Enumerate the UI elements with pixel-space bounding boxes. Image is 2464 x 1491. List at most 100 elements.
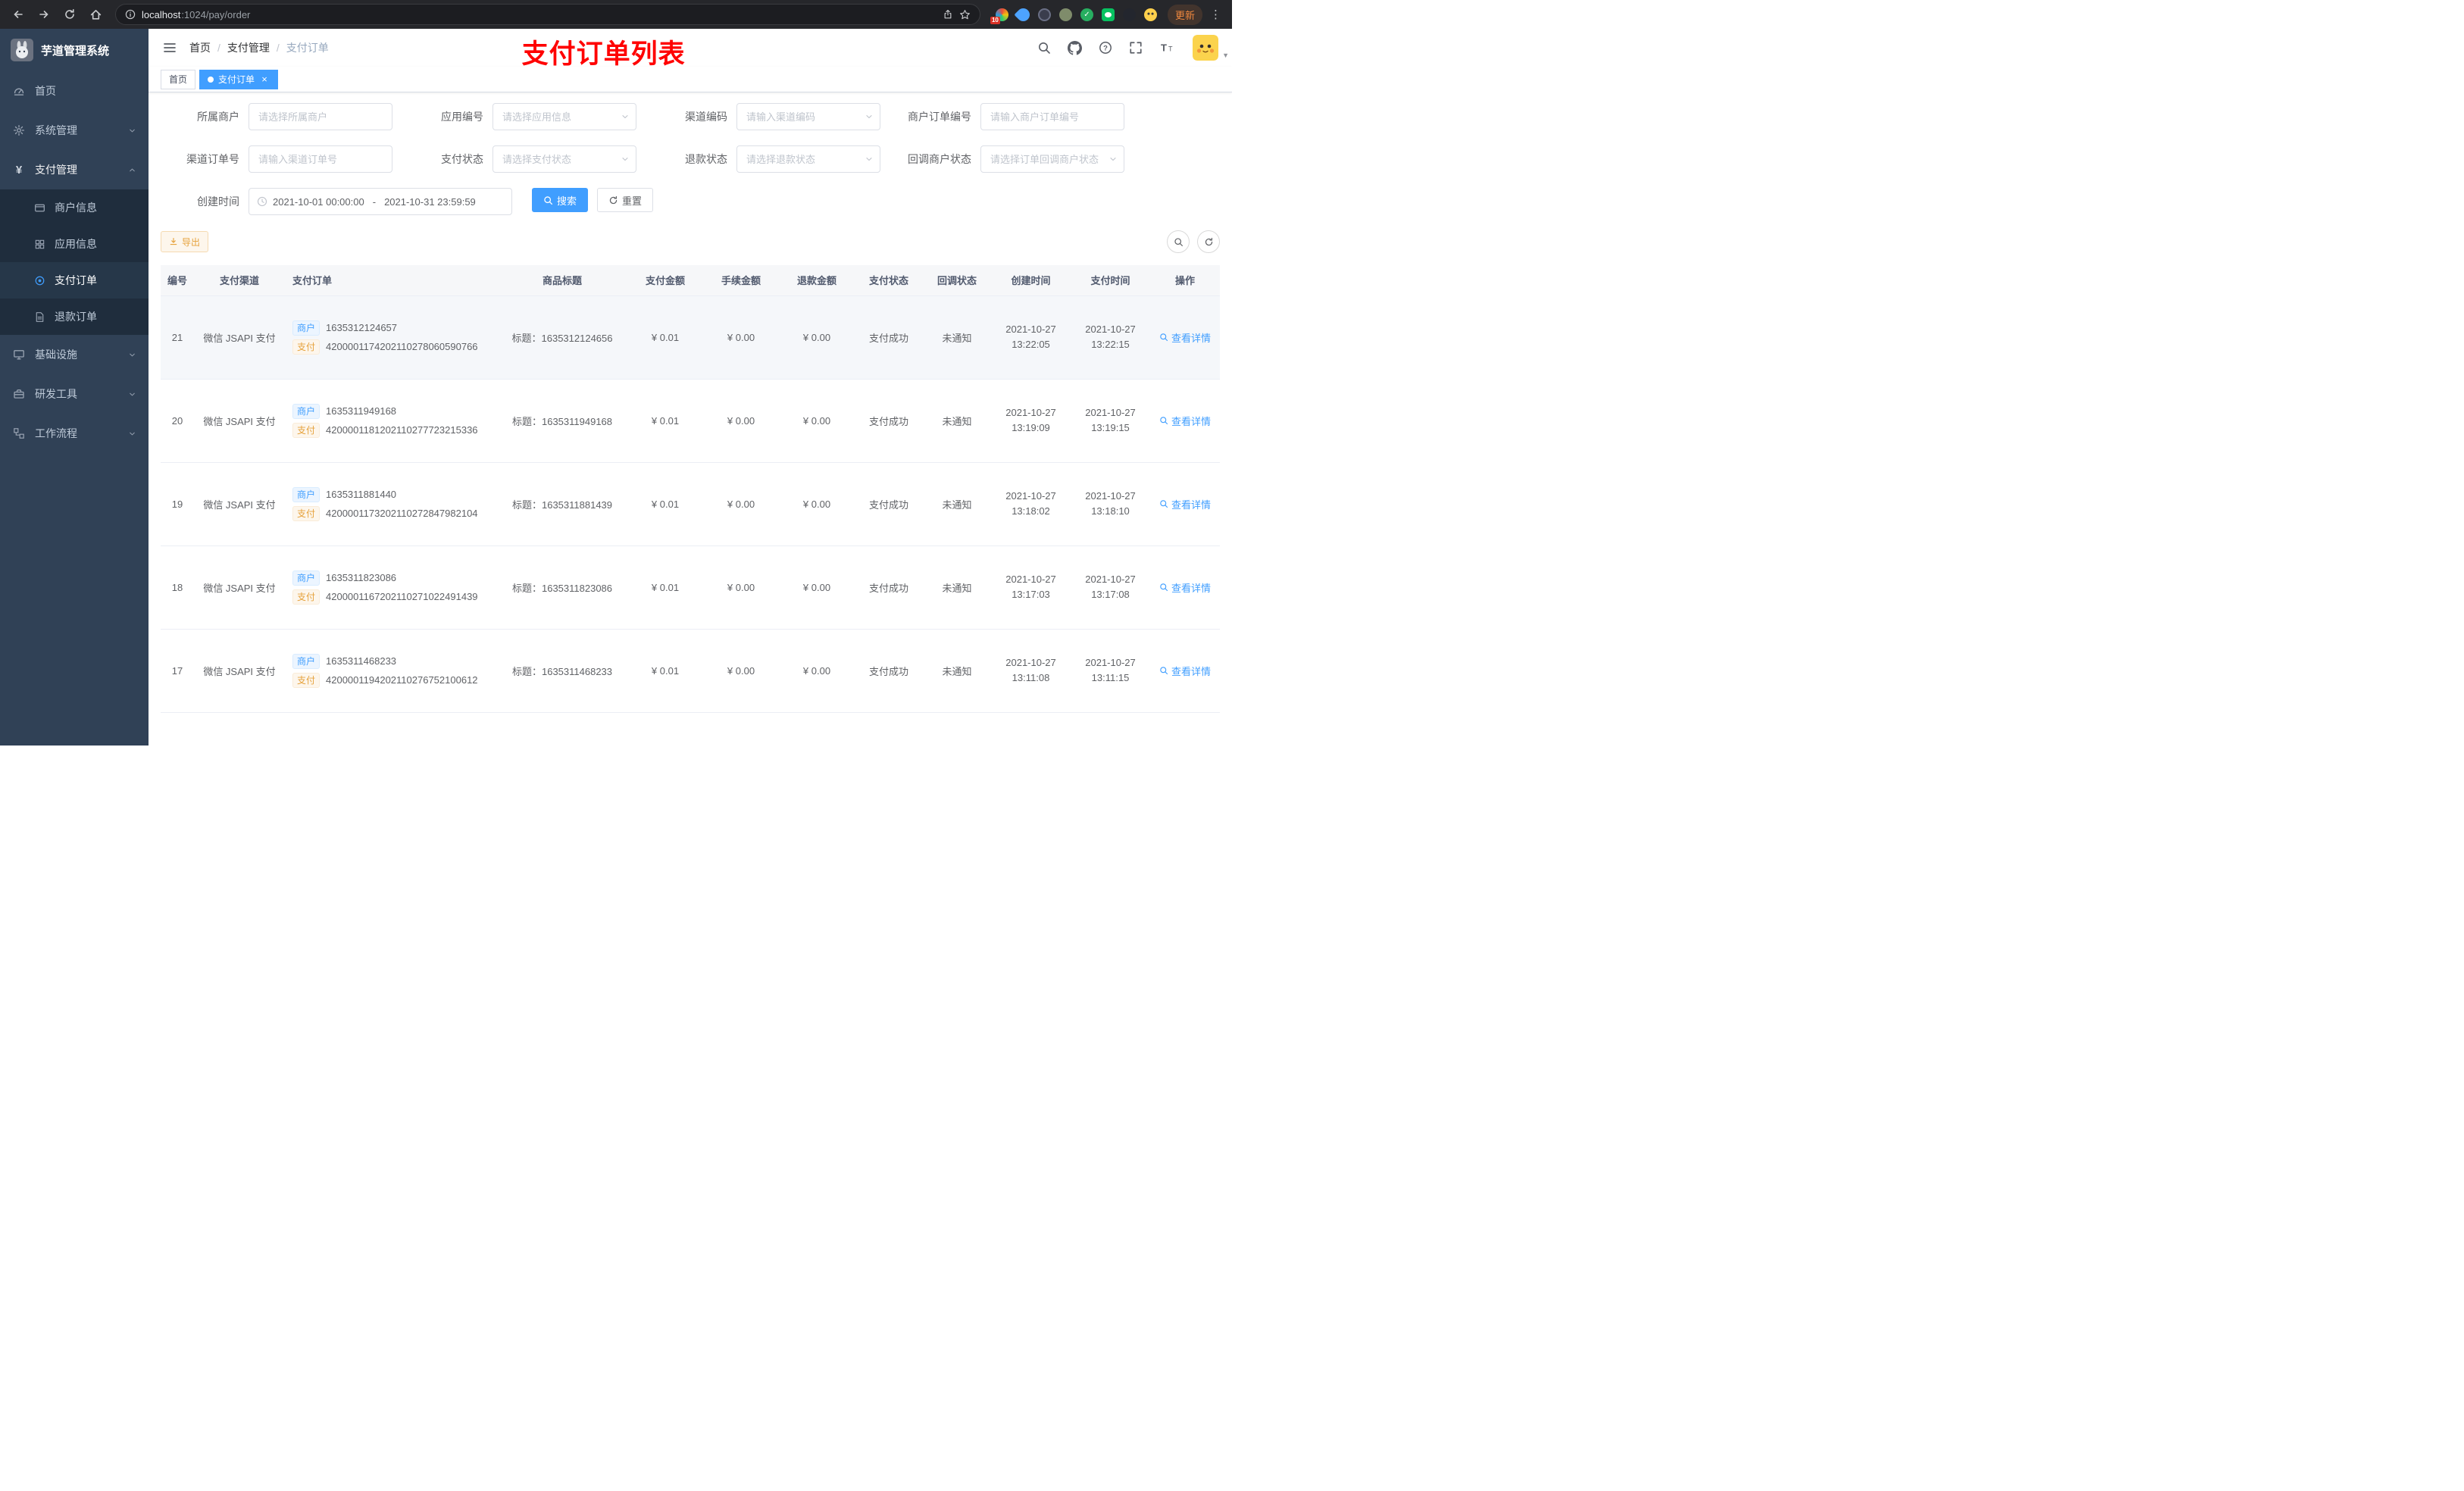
- content: 首页 / 支付管理 / 支付订单 支付订单列表 ? T T ▼ 首页 支付订单 …: [149, 29, 1232, 746]
- sidebar-item-label: 支付管理: [35, 164, 77, 176]
- ext-drop-icon[interactable]: [1014, 5, 1033, 24]
- view-detail-link[interactable]: 查看详情: [1159, 330, 1211, 345]
- callback-status-select[interactable]: [980, 145, 1124, 173]
- cell-title: 标题：1635311468233: [497, 629, 627, 713]
- share-icon[interactable]: [943, 9, 953, 20]
- search-button[interactable]: 搜索: [532, 188, 589, 212]
- sidebar-item-app-info[interactable]: 应用信息: [0, 226, 149, 262]
- tab-pay-order[interactable]: 支付订单 ×: [199, 69, 279, 89]
- channel-order-no-input[interactable]: [249, 145, 392, 173]
- merchant-order-no: 1635311881440: [326, 489, 397, 500]
- font-size-icon[interactable]: TT: [1159, 41, 1174, 55]
- close-icon[interactable]: ×: [259, 74, 270, 85]
- refund-status-select[interactable]: [736, 145, 880, 173]
- ext-chat-icon[interactable]: [1101, 8, 1115, 21]
- cell-channel: 微信 JSAPI 支付: [194, 295, 285, 380]
- monitor-icon: [12, 349, 26, 361]
- channel-code-select[interactable]: [736, 103, 880, 130]
- app-select[interactable]: [492, 103, 636, 130]
- chevron-down-icon: [128, 390, 136, 399]
- ext-black-icon[interactable]: [1122, 8, 1136, 21]
- sidebar-item-refund-order[interactable]: 退款订单: [0, 299, 149, 335]
- filter-channel-code: 渠道编码: [652, 103, 896, 130]
- view-detail-link[interactable]: 查看详情: [1159, 664, 1211, 678]
- help-icon[interactable]: ?: [1099, 41, 1112, 55]
- toggle-search-icon[interactable]: [1167, 230, 1190, 253]
- cell-pay-order: 商户 1635311468233 支付 4200001194202110276752…: [285, 629, 497, 713]
- view-detail-link[interactable]: 查看详情: [1159, 414, 1211, 428]
- cell-pay-time: 2021-10-27 13:18:10: [1071, 462, 1150, 546]
- export-button[interactable]: 导出: [161, 231, 209, 252]
- sidebar-item-dev-tools[interactable]: 研发工具: [0, 374, 149, 414]
- pay-order-no: 4200001181202110277723215336: [326, 424, 478, 436]
- cell-notify: 未通知: [923, 545, 991, 630]
- sidebar-item-home[interactable]: 首页: [0, 71, 149, 111]
- cell-title: 标题：1635311881439: [497, 462, 627, 546]
- cell-pay-order: 商户 1635311949168 支付 4200001181202110277723…: [285, 379, 497, 463]
- col-create-time: 创建时间: [991, 265, 1071, 296]
- home-icon[interactable]: [85, 4, 106, 25]
- filter-callback-status: 回调商户状态: [896, 145, 1140, 173]
- cell-fee: ¥ 0.00: [703, 295, 779, 380]
- back-icon[interactable]: [8, 4, 29, 25]
- sidebar-item-label: 研发工具: [35, 388, 77, 400]
- cell-pay-order: 商户1635311351736: [285, 712, 497, 746]
- sidebar-item-payment[interactable]: ¥ 支付管理: [0, 150, 149, 189]
- sidebar-logo-row[interactable]: 芋道管理系统: [0, 29, 149, 71]
- view-detail-link[interactable]: 查看详情: [1159, 580, 1211, 595]
- chevron-down-icon: [865, 112, 874, 121]
- ext-olive-icon[interactable]: [1058, 8, 1072, 21]
- sidebar-item-label: 商户信息: [55, 202, 97, 214]
- sidebar-item-pay-order[interactable]: 支付订单: [0, 262, 149, 299]
- table-row[interactable]: 17 微信 JSAPI 支付 商户 1635311468233 支付 4200001…: [161, 629, 1220, 713]
- sidebar-item-merchant-info[interactable]: 商户信息: [0, 189, 149, 226]
- filter-label: 渠道编码: [685, 111, 727, 123]
- view-detail-link[interactable]: 查看详情: [1159, 497, 1211, 511]
- table-row[interactable]: 19 微信 JSAPI 支付 商户 1635311881440 支付 4200001…: [161, 462, 1220, 546]
- reload-icon[interactable]: [59, 4, 80, 25]
- filter-label: 商户订单编号: [908, 111, 971, 123]
- screen: localhost:1024/pay/order 10 更新 ⋮: [0, 0, 1232, 746]
- sidebar-item-infrastructure[interactable]: 基础设施: [0, 335, 149, 374]
- create-time-range[interactable]: 2021-10-01 00:00:00 - 2021-10-31 23:59:5…: [249, 188, 512, 215]
- merchant-input[interactable]: [249, 103, 392, 130]
- cell-create-time: 2021-10-27 13:19:09: [991, 379, 1071, 463]
- pay-status-select[interactable]: [492, 145, 636, 173]
- active-dot: [208, 76, 214, 83]
- browser-menu-icon[interactable]: ⋮: [1207, 8, 1224, 21]
- ext-emoji-icon[interactable]: [1143, 8, 1157, 21]
- merchant-order-no-input[interactable]: [980, 103, 1124, 130]
- sidebar-item-system[interactable]: 系统管理: [0, 111, 149, 150]
- site-info-icon[interactable]: [125, 9, 136, 20]
- sidebar-item-workflow[interactable]: 工作流程: [0, 414, 149, 453]
- merchant-tag: 商户: [292, 486, 321, 502]
- card-icon: [33, 202, 46, 214]
- caret-down-icon: ▼: [1222, 52, 1229, 59]
- user-menu[interactable]: ▼: [1193, 35, 1229, 61]
- table-row[interactable]: 18 微信 JSAPI 支付 商户 1635311823086 支付 4200001…: [161, 545, 1220, 630]
- avatar[interactable]: [1193, 35, 1218, 61]
- ext-green-check-icon[interactable]: [1080, 8, 1093, 21]
- ext-colorful-icon[interactable]: 10: [990, 8, 1008, 24]
- github-icon[interactable]: [1068, 40, 1082, 55]
- bookmark-star-icon[interactable]: [959, 9, 971, 20]
- address-bar[interactable]: localhost:1024/pay/order: [115, 4, 980, 25]
- table-row[interactable]: 21 微信 JSAPI 支付 商户 1635312124657 支付 4200001…: [161, 295, 1220, 380]
- forward-icon[interactable]: [33, 4, 55, 25]
- breadcrumb-home[interactable]: 首页: [189, 40, 211, 55]
- ext-dark-icon[interactable]: [1037, 8, 1051, 21]
- table-row[interactable]: 20 微信 JSAPI 支付 商户 1635311949168 支付 4200001…: [161, 379, 1220, 463]
- tab-home[interactable]: 首页: [161, 69, 196, 89]
- breadcrumb-payment[interactable]: 支付管理: [227, 40, 270, 55]
- refresh-icon[interactable]: [1197, 230, 1220, 253]
- reset-button[interactable]: 重置: [597, 188, 654, 212]
- fullscreen-icon[interactable]: [1129, 41, 1143, 55]
- search-icon[interactable]: [1037, 41, 1051, 55]
- payment-submenu: 商户信息 应用信息 支付订单 退款订单: [0, 189, 149, 335]
- browser-toolbar: localhost:1024/pay/order 10 更新 ⋮: [0, 0, 1232, 29]
- hamburger-icon[interactable]: [162, 40, 177, 55]
- app: 芋道管理系统 首页 系统管理 ¥ 支付管理 商户信息 应用信息 支付订单 退款订…: [0, 29, 1232, 746]
- cell-amount: ¥ 0.01: [627, 462, 703, 546]
- table-row-partial[interactable]: 商户1635311351736: [161, 712, 1220, 746]
- browser-update-button[interactable]: 更新: [1167, 4, 1202, 25]
